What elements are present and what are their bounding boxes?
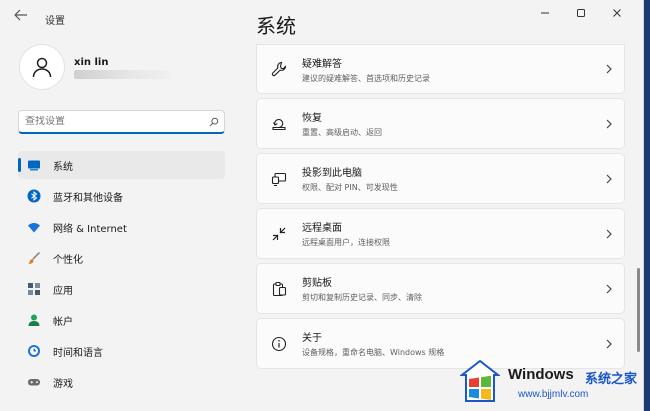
setting-card-troubleshoot[interactable]: 疑难解答 建议的疑难解答、首选项和历史记录 bbox=[256, 44, 625, 94]
scrollbar-thumb[interactable] bbox=[637, 268, 640, 352]
gamepad-icon bbox=[26, 374, 42, 390]
search-input[interactable] bbox=[25, 116, 204, 127]
search-icon[interactable] bbox=[204, 117, 224, 127]
sidebar-item-label: 应用 bbox=[53, 285, 73, 297]
chevron-right-icon bbox=[594, 119, 624, 129]
recovery-icon bbox=[269, 114, 289, 134]
sidebar-item-bluetooth[interactable]: 蓝牙和其他设备 bbox=[18, 182, 225, 210]
window-controls bbox=[527, 4, 635, 22]
chevron-right-icon bbox=[594, 229, 624, 239]
watermark-site-name: 系统之家 bbox=[585, 372, 638, 387]
card-subtitle: 远程桌面用户，连接权限 bbox=[302, 238, 390, 247]
user-icon bbox=[32, 57, 52, 78]
sidebar-item-label: 系统 bbox=[53, 161, 73, 173]
clipboard-icon bbox=[269, 279, 289, 299]
sidebar-item-label: 游戏 bbox=[53, 378, 73, 390]
brush-icon bbox=[26, 250, 42, 266]
account-icon bbox=[26, 312, 42, 328]
sidebar-item-accounts[interactable]: 帐户 bbox=[18, 306, 225, 334]
card-title: 疑难解答 bbox=[302, 58, 342, 70]
app-title: 设置 bbox=[45, 16, 65, 27]
user-name: xin lin bbox=[74, 57, 109, 68]
card-subtitle: 权限、配对 PIN、可发现性 bbox=[302, 183, 398, 192]
projection-icon bbox=[269, 169, 289, 189]
minimize-button[interactable] bbox=[527, 4, 563, 22]
system-icon bbox=[26, 157, 42, 173]
setting-card-projection[interactable]: 投影到此电脑 权限、配对 PIN、可发现性 bbox=[256, 153, 625, 204]
settings-list: 疑难解答 建议的疑难解答、首选项和历史记录 恢复 重置、高级启动、返回 投影到此… bbox=[256, 44, 625, 373]
card-title: 剪贴板 bbox=[302, 278, 332, 289]
minimize-icon bbox=[541, 12, 549, 14]
wifi-icon bbox=[26, 219, 42, 235]
remote-desktop-icon bbox=[269, 224, 289, 244]
card-subtitle: 重置、高级启动、返回 bbox=[302, 128, 382, 137]
page-title: 系统 bbox=[256, 14, 296, 38]
setting-card-clipboard[interactable]: 剪贴板 剪切和复制历史记录、同步、清除 bbox=[256, 263, 625, 314]
sidebar-item-label: 蓝牙和其他设备 bbox=[53, 192, 123, 204]
card-title: 远程桌面 bbox=[302, 223, 342, 234]
sidebar-nav: 系统 蓝牙和其他设备 网络 & Internet 个性化 应用 帐户 时间和语言… bbox=[18, 151, 225, 399]
sidebar-item-personalization[interactable]: 个性化 bbox=[18, 244, 225, 272]
chevron-right-icon bbox=[594, 64, 624, 74]
sidebar-item-system[interactable]: 系统 bbox=[18, 151, 225, 179]
sidebar-item-label: 个性化 bbox=[53, 254, 83, 266]
user-email-redacted bbox=[74, 70, 170, 79]
chevron-right-icon bbox=[594, 339, 624, 349]
sidebar-item-apps[interactable]: 应用 bbox=[18, 275, 225, 303]
watermark-url: www.bjjmlv.com bbox=[518, 389, 589, 400]
card-subtitle: 剪切和复制历史记录、同步、清除 bbox=[302, 293, 422, 302]
close-button[interactable] bbox=[599, 4, 635, 22]
back-arrow-icon bbox=[14, 9, 27, 21]
card-subtitle: 建议的疑难解答、首选项和历史记录 bbox=[302, 73, 430, 83]
sidebar-item-label: 网络 & Internet bbox=[53, 223, 127, 235]
maximize-icon bbox=[577, 9, 585, 17]
sidebar-item-label: 时间和语言 bbox=[53, 347, 103, 359]
avatar[interactable] bbox=[19, 44, 65, 90]
sidebar-item-time-language[interactable]: 时间和语言 bbox=[18, 337, 225, 365]
close-icon bbox=[613, 9, 621, 17]
chevron-right-icon bbox=[594, 284, 624, 294]
apps-icon bbox=[26, 281, 42, 297]
wrench-icon bbox=[269, 59, 289, 79]
clock-globe-icon bbox=[26, 343, 42, 359]
sidebar-item-network[interactable]: 网络 & Internet bbox=[18, 213, 225, 241]
maximize-button[interactable] bbox=[563, 4, 599, 22]
watermark-brand: Windows bbox=[508, 366, 574, 383]
setting-card-remote-desktop[interactable]: 远程桌面 远程桌面用户，连接权限 bbox=[256, 208, 625, 259]
bluetooth-icon bbox=[26, 188, 42, 204]
chevron-right-icon bbox=[594, 174, 624, 184]
site-watermark: Windows 系统之家 www.bjjmlv.com bbox=[452, 357, 650, 411]
card-title: 恢复 bbox=[302, 113, 322, 124]
card-title: 关于 bbox=[302, 333, 322, 344]
back-button[interactable] bbox=[14, 9, 34, 25]
settings-window: 设置 xin lin 系统 bbox=[0, 0, 644, 411]
card-title: 投影到此电脑 bbox=[302, 168, 362, 179]
setting-card-recovery[interactable]: 恢复 重置、高级启动、返回 bbox=[256, 98, 625, 149]
sidebar-item-label: 帐户 bbox=[53, 316, 73, 328]
windows-house-logo-icon bbox=[460, 359, 500, 402]
info-icon bbox=[269, 334, 289, 354]
sidebar-item-gaming[interactable]: 游戏 bbox=[18, 368, 225, 396]
search-box[interactable] bbox=[18, 110, 225, 134]
